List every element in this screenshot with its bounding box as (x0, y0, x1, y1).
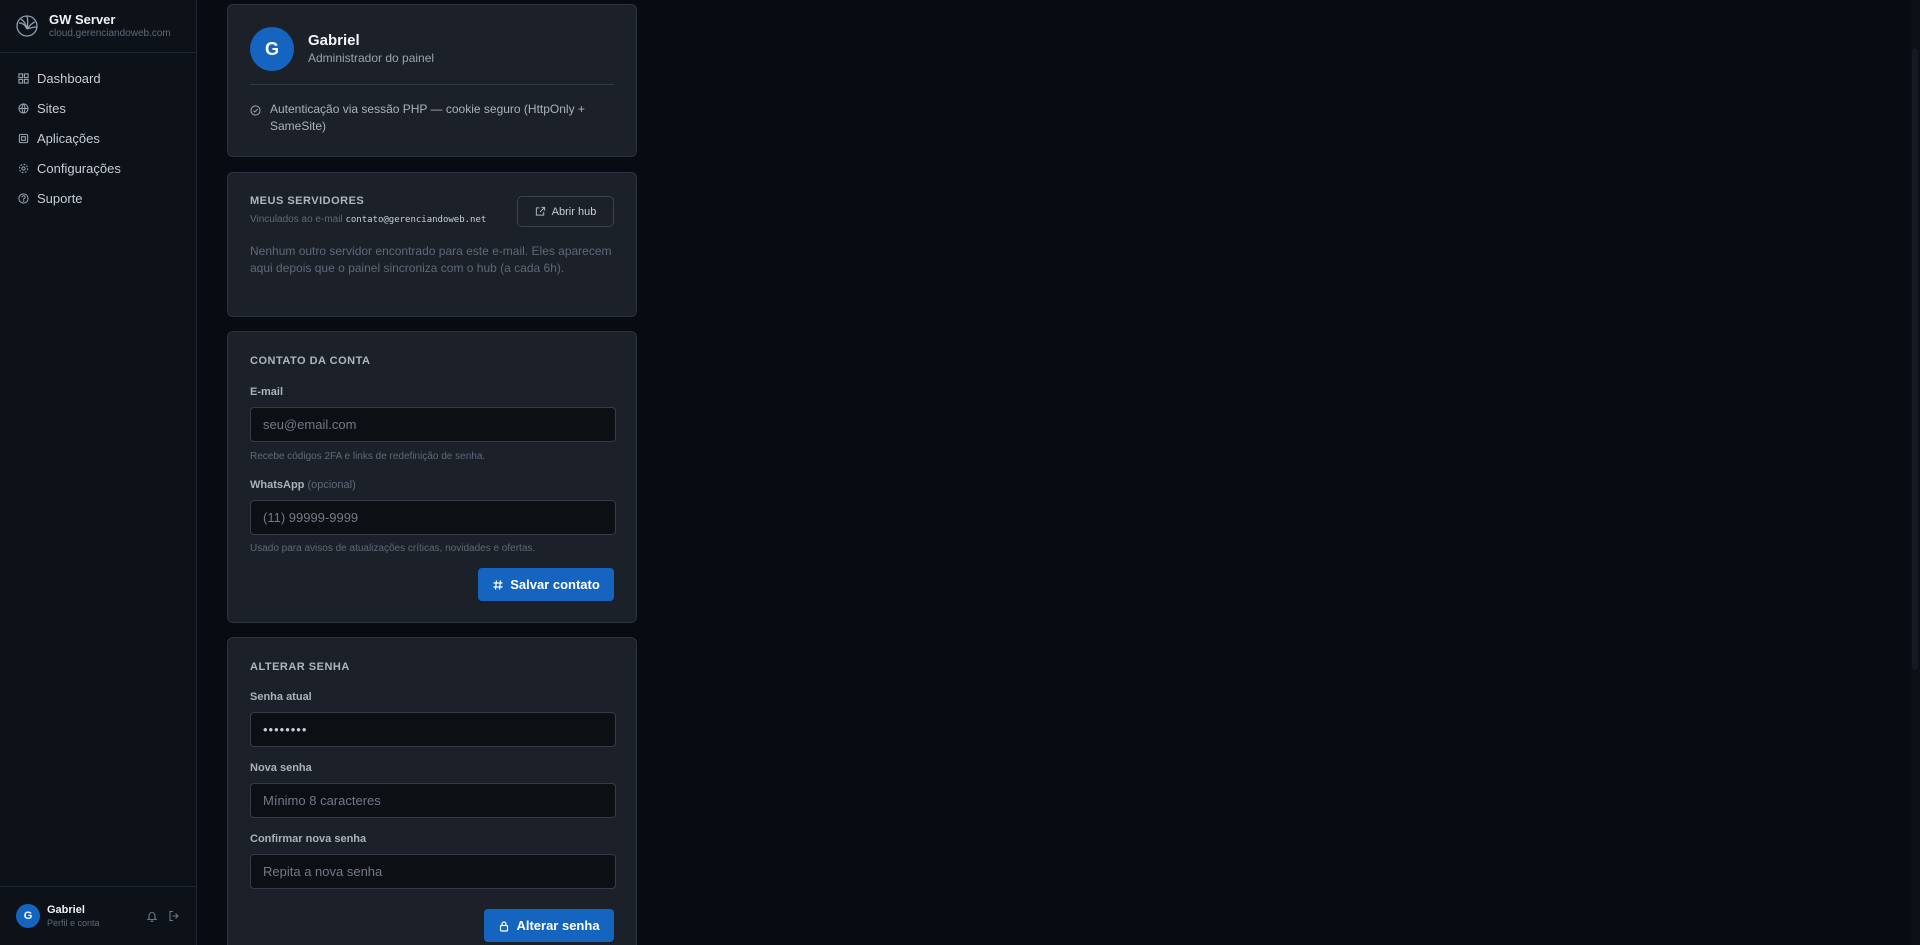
change-password-button[interactable]: Alterar senha (484, 909, 614, 942)
brand[interactable]: GW Server cloud.gerenciandoweb.com (0, 0, 196, 53)
sidebar-item-configuracoes[interactable]: Configurações (0, 153, 196, 183)
auth-note: Autenticação via sessão PHP — cookie seg… (250, 101, 614, 135)
whatsapp-field[interactable]: (11) 99999-9999 (250, 500, 616, 535)
auth-note-text: Autenticação via sessão PHP — cookie seg… (270, 102, 585, 133)
new-password-label: Nova senha (250, 762, 312, 774)
brand-name: GW Server (49, 12, 116, 27)
profile-name: Gabriel (308, 31, 360, 49)
whatsapp-label: WhatsApp (opcional) (250, 479, 356, 491)
whatsapp-label-text: WhatsApp (250, 479, 305, 491)
email-label: E-mail (250, 386, 284, 398)
sidebar-item-label: Aplicações (37, 130, 100, 146)
save-contact-label: Salvar contato (510, 577, 600, 592)
save-contact-button[interactable]: Salvar contato (478, 568, 614, 601)
sidebar-item-label: Configurações (37, 160, 121, 176)
email-field[interactable]: seu@email.com (250, 407, 616, 442)
lock-icon (500, 920, 509, 932)
contact-card: CONTATO DA CONTA E-mail seu@email.com Re… (227, 331, 637, 623)
user-name: Gabriel (47, 903, 85, 916)
sidebar: GW Server cloud.gerenciandoweb.com Dashb… (0, 0, 197, 945)
footer-actions (146, 910, 180, 922)
box-icon (18, 133, 29, 143)
new-password-field[interactable]: Mínimo 8 caracteres (250, 783, 616, 818)
brand-logo-icon (16, 15, 38, 37)
sidebar-item-dashboard[interactable]: Dashboard (0, 63, 196, 93)
gear-icon (18, 163, 29, 173)
whatsapp-optional: (opcional) (307, 479, 356, 491)
sidebar-item-sites[interactable]: Sites (0, 93, 196, 123)
user-subtitle: Perfil e conta (47, 917, 100, 928)
confirm-password-label: Confirmar nova senha (250, 833, 367, 845)
bell-icon[interactable] (146, 910, 158, 922)
scrollbar[interactable] (1910, 0, 1920, 945)
check-circle-icon (250, 105, 261, 116)
logout-icon[interactable] (168, 910, 180, 922)
open-hub-label: Abrir hub (551, 205, 597, 218)
servers-subtitle: Vinculados ao e-mail contato@gerenciando… (250, 214, 486, 225)
scrollbar-thumb[interactable] (1912, 48, 1918, 670)
external-link-icon (535, 206, 545, 216)
globe-icon (18, 102, 29, 114)
sidebar-item-aplicacoes[interactable]: Aplicações (0, 123, 196, 153)
confirm-password-field[interactable]: Repita a nova senha (250, 854, 616, 889)
contact-title: CONTATO DA CONTA (250, 355, 371, 367)
sidebar-item-label: Suporte (37, 190, 83, 206)
servers-email: contato@gerenciandoweb.net (345, 215, 487, 225)
sidebar-nav: Dashboard Sites Aplicações Configurações… (0, 53, 196, 213)
grid-icon (18, 72, 29, 84)
user-info[interactable]: Gabriel Perfil e conta (47, 903, 100, 930)
profile-role: Administrador do painel (308, 50, 435, 65)
sidebar-item-suporte[interactable]: Suporte (0, 183, 196, 213)
hash-icon (493, 579, 503, 590)
whatsapp-hint: Usado para avisos de atualizações crític… (250, 543, 536, 554)
current-password-field[interactable]: •••••••• (250, 712, 616, 747)
sidebar-item-label: Dashboard (37, 70, 101, 86)
current-password-label: Senha atual (250, 691, 312, 703)
brand-domain: cloud.gerenciandoweb.com (49, 28, 171, 39)
change-password-label: Alterar senha (516, 918, 600, 933)
servers-card: MEUS SERVIDORES Vinculados ao e-mail con… (227, 172, 637, 317)
servers-title: MEUS SERVIDORES (250, 195, 365, 207)
divider (250, 84, 614, 85)
servers-empty-text: Nenhum outro servidor encontrado para es… (250, 244, 612, 275)
password-title: ALTERAR SENHA (250, 661, 350, 673)
email-hint: Recebe códigos 2FA e links de redefiniçã… (250, 451, 486, 462)
profile-header: G Gabriel Administrador do painel (250, 27, 434, 71)
avatar[interactable]: G (16, 904, 40, 928)
password-card: ALTERAR SENHA Senha atual •••••••• Nova … (227, 637, 637, 945)
profile-card: G Gabriel Administrador do painel Autent… (227, 4, 637, 157)
open-hub-button[interactable]: Abrir hub (517, 196, 614, 227)
sidebar-item-label: Sites (37, 100, 66, 116)
servers-subtitle-prefix: Vinculados ao e-mail (250, 214, 343, 225)
profile-avatar: G (250, 27, 294, 71)
current-password-value: •••••••• (263, 722, 308, 737)
help-circle-icon (18, 192, 29, 204)
user-footer: G Gabriel Perfil e conta (0, 886, 196, 945)
